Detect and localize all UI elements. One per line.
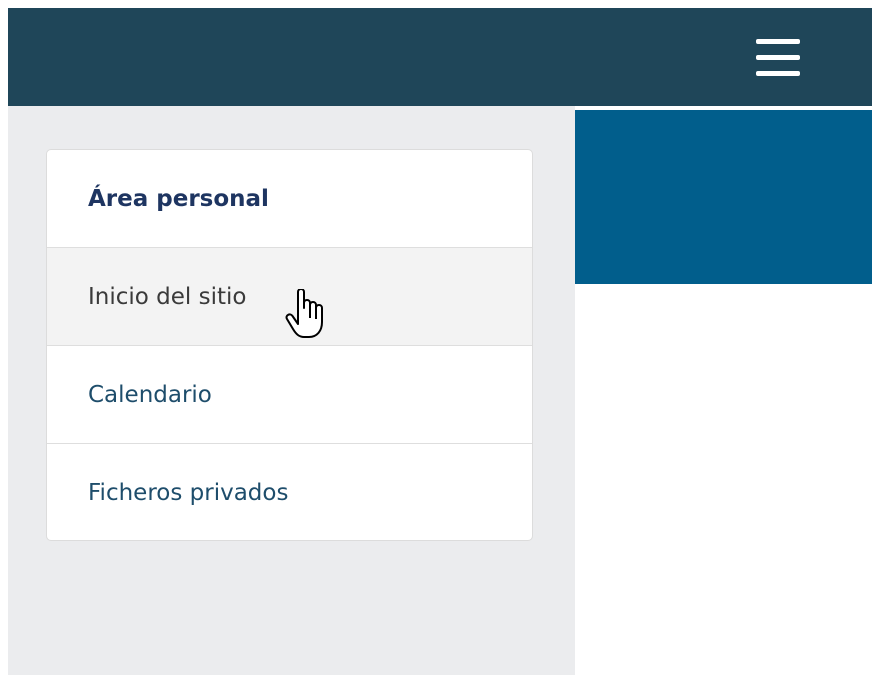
hero-banner [575, 110, 872, 284]
nav-item-label: Ficheros privados [88, 480, 289, 506]
nav-item-label: Inicio del sitio [88, 283, 247, 310]
nav-item-label: Calendario [88, 381, 212, 408]
nav-drawer: Área personal Inicio del sitio Calendari… [8, 106, 575, 675]
nav-item-label: Área personal [88, 185, 269, 212]
nav-item-area-personal[interactable]: Área personal [47, 150, 532, 248]
top-navbar [8, 8, 872, 106]
nav-item-inicio-del-sitio[interactable]: Inicio del sitio [47, 248, 532, 346]
hamburger-menu-icon[interactable] [749, 36, 807, 80]
nav-drawer-card: Área personal Inicio del sitio Calendari… [46, 149, 533, 541]
nav-item-calendario[interactable]: Calendario [47, 346, 532, 444]
nav-item-ficheros-privados[interactable]: Ficheros privados [47, 444, 532, 540]
